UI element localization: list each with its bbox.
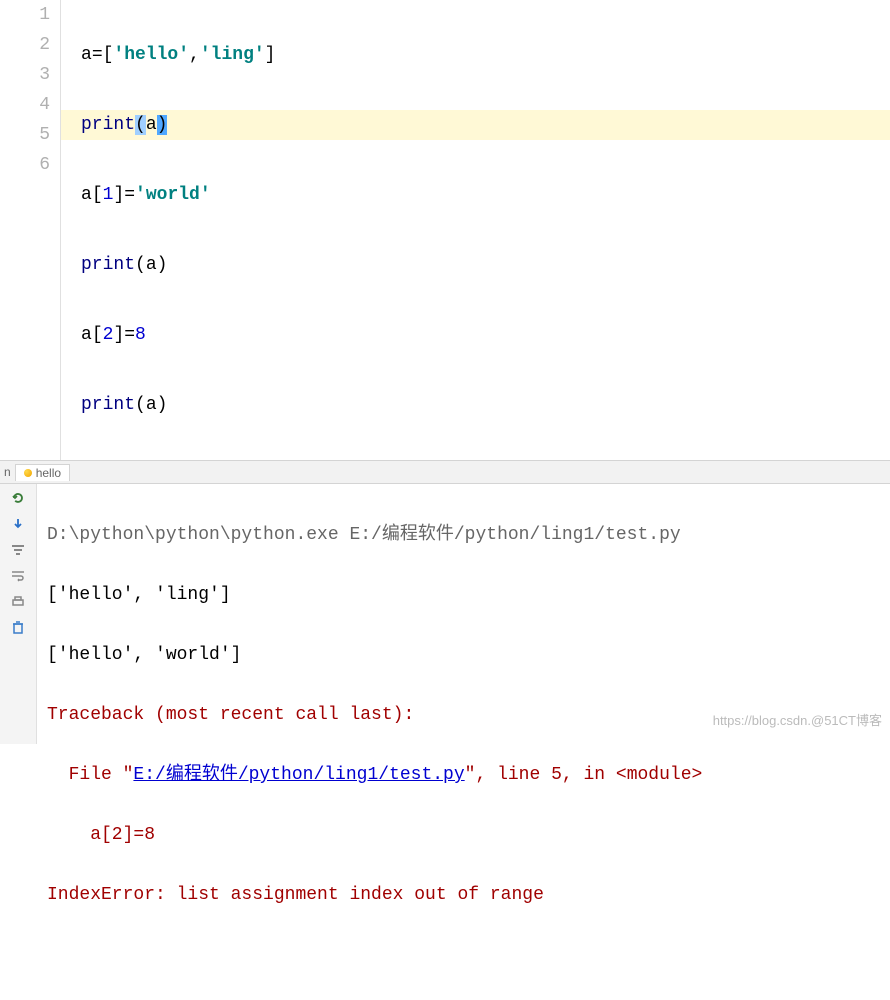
console-stdout: ['hello', 'world'] bbox=[47, 640, 880, 670]
tab-prefix: n bbox=[4, 465, 11, 479]
line-number: 5 bbox=[0, 120, 50, 150]
line-number: 3 bbox=[0, 60, 50, 90]
traceback-link[interactable]: E:/编程软件/python/ling1/test.py bbox=[133, 765, 464, 785]
python-icon bbox=[24, 469, 32, 477]
tab-label: hello bbox=[36, 466, 61, 480]
line-number: 1 bbox=[0, 0, 50, 30]
console-stdout: ['hello', 'ling'] bbox=[47, 580, 880, 610]
console-traceback-file: File "E:/编程软件/python/ling1/test.py", lin… bbox=[47, 760, 880, 790]
code-line-active[interactable]: print(a) bbox=[61, 110, 890, 140]
code-line[interactable]: a[2]=8 bbox=[81, 320, 890, 350]
run-tabbar: n hello bbox=[0, 460, 890, 484]
watermark: https://blog.csdn.@51CT博客 bbox=[713, 706, 882, 736]
console-error-message: IndexError: list assignment index out of… bbox=[47, 880, 880, 910]
run-tab[interactable]: hello bbox=[15, 464, 70, 481]
code-editor[interactable]: 1 2 3 4 5 6 a=['hello','ling'] print(a) … bbox=[0, 0, 890, 460]
console-output[interactable]: D:\python\python\python.exe E:/编程软件/pyth… bbox=[37, 484, 890, 744]
code-line[interactable]: print(a) bbox=[81, 390, 890, 420]
console-panel: D:\python\python\python.exe E:/编程软件/pyth… bbox=[0, 484, 890, 744]
wrap-icon[interactable] bbox=[7, 566, 29, 586]
line-number: 2 bbox=[0, 30, 50, 60]
line-number: 4 bbox=[0, 90, 50, 120]
filter-icon[interactable] bbox=[7, 540, 29, 560]
code-line[interactable]: a=['hello','ling'] bbox=[81, 40, 890, 70]
down-icon[interactable] bbox=[7, 514, 29, 534]
rerun-icon[interactable] bbox=[7, 488, 29, 508]
code-line[interactable]: a[1]='world' bbox=[81, 180, 890, 210]
line-number-gutter: 1 2 3 4 5 6 bbox=[0, 0, 61, 460]
console-toolbar bbox=[0, 484, 37, 744]
console-command: D:\python\python\python.exe E:/编程软件/pyth… bbox=[47, 520, 880, 550]
line-number: 6 bbox=[0, 150, 50, 180]
code-area[interactable]: a=['hello','ling'] print(a) a[1]='world'… bbox=[61, 0, 890, 460]
print-icon[interactable] bbox=[7, 592, 29, 612]
code-line[interactable]: print(a) bbox=[81, 250, 890, 280]
console-traceback-code: a[2]=8 bbox=[47, 820, 880, 850]
trash-icon[interactable] bbox=[7, 618, 29, 638]
